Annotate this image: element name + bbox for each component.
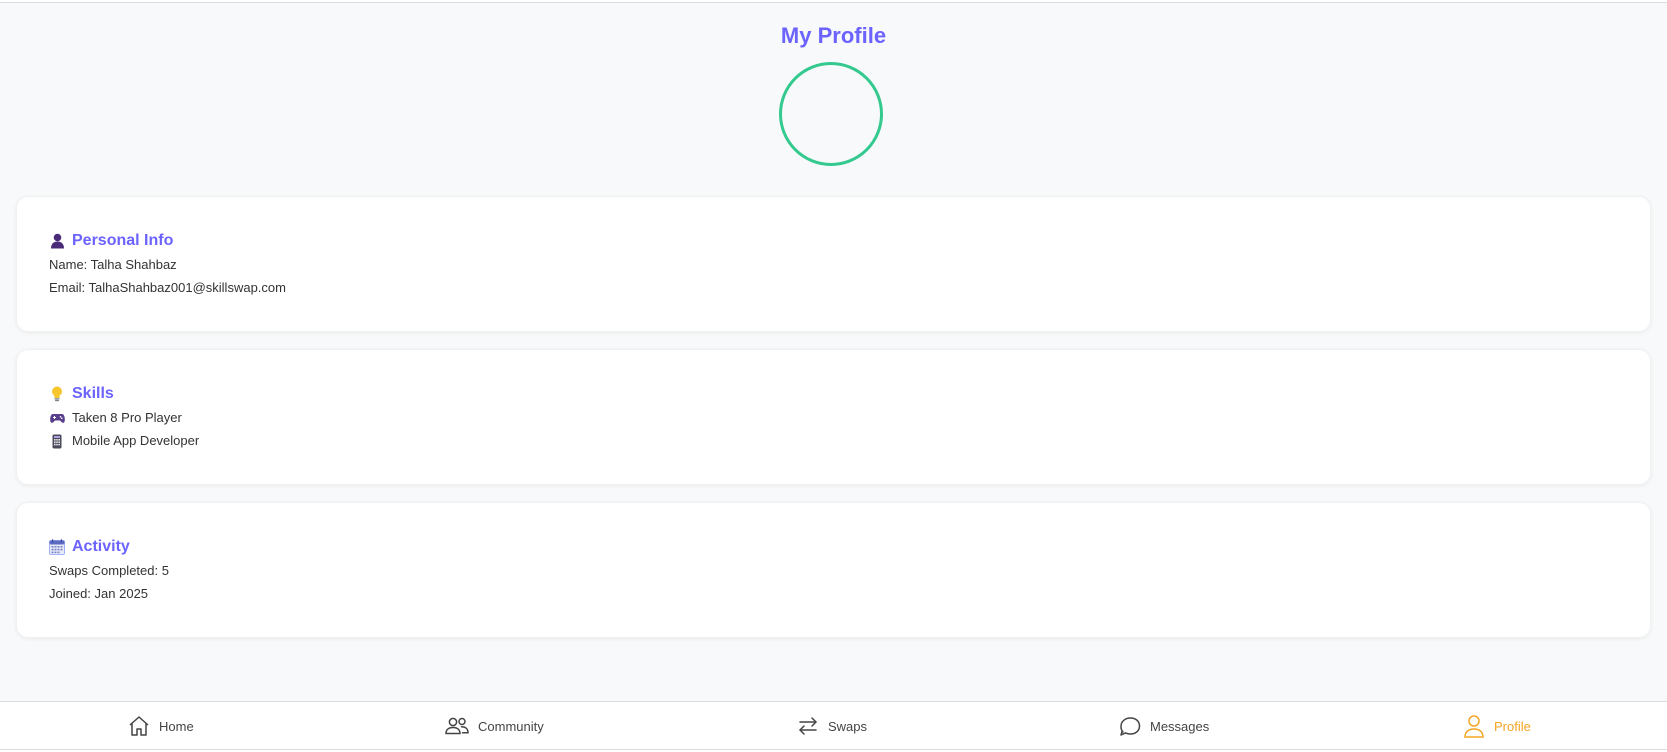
lightbulb-emoji-icon [49,385,65,403]
personal-info-card: Personal Info Name: Talha Shahbaz Email:… [16,196,1651,332]
game-controller-emoji-icon [49,410,65,426]
page-title: My Profile [780,23,887,48]
name-line: Name: Talha Shahbaz [49,257,177,272]
user-icon [1464,715,1484,738]
nav-label-messages: Messages [1150,718,1210,734]
nav-label-profile: Profile [1494,718,1531,734]
activity-heading: Activity [72,538,130,555]
personal-info-header: Personal Info [49,230,173,252]
activity-card: Activity Swaps Completed: 5 Joined: Jan … [16,502,1651,638]
nav-label-home: Home [159,718,194,734]
nav-item-messages[interactable]: Messages [1118,713,1209,739]
swaps-completed-line: Swaps Completed: 5 [49,563,169,578]
nav-item-community[interactable]: Community [444,713,544,739]
email-line: Email: TalhaShahbaz001@skillswap.com [49,280,286,295]
mobile-phone-emoji-icon [49,433,65,449]
users-icon [445,717,469,735]
skill-label: Taken 8 Pro Player [72,410,182,425]
joined-line: Joined: Jan 2025 [49,586,149,601]
nav-label-community: Community [478,718,544,734]
nav-item-profile[interactable]: Profile [1462,713,1531,739]
nav-item-swaps[interactable]: Swaps [796,713,867,739]
skill-label: Mobile App Developer [72,433,200,448]
home-icon [129,716,149,736]
swap-arrows-icon [799,717,817,735]
chat-bubble-icon [1120,717,1141,736]
nav-label-swaps: Swaps [828,718,868,734]
skill-item: Taken 8 Pro Player [49,409,182,427]
personal-info-heading: Personal Info [72,232,174,249]
person-emoji-icon [49,232,65,250]
activity-header: Activity [49,536,130,558]
skill-item: Mobile App Developer [49,432,199,450]
bottom-nav: Home Community Swaps Messages Profile [0,701,1667,750]
nav-item-home[interactable]: Home [127,713,194,739]
calendar-emoji-icon [49,538,65,556]
skills-card: Skills Taken 8 Pro Player Mobile App Dev… [16,349,1651,485]
skills-heading: Skills [72,385,114,402]
avatar[interactable] [779,62,883,166]
skills-header: Skills [49,383,114,405]
profile-page: My Profile Personal Info Name: Talha Sha… [0,2,1667,701]
